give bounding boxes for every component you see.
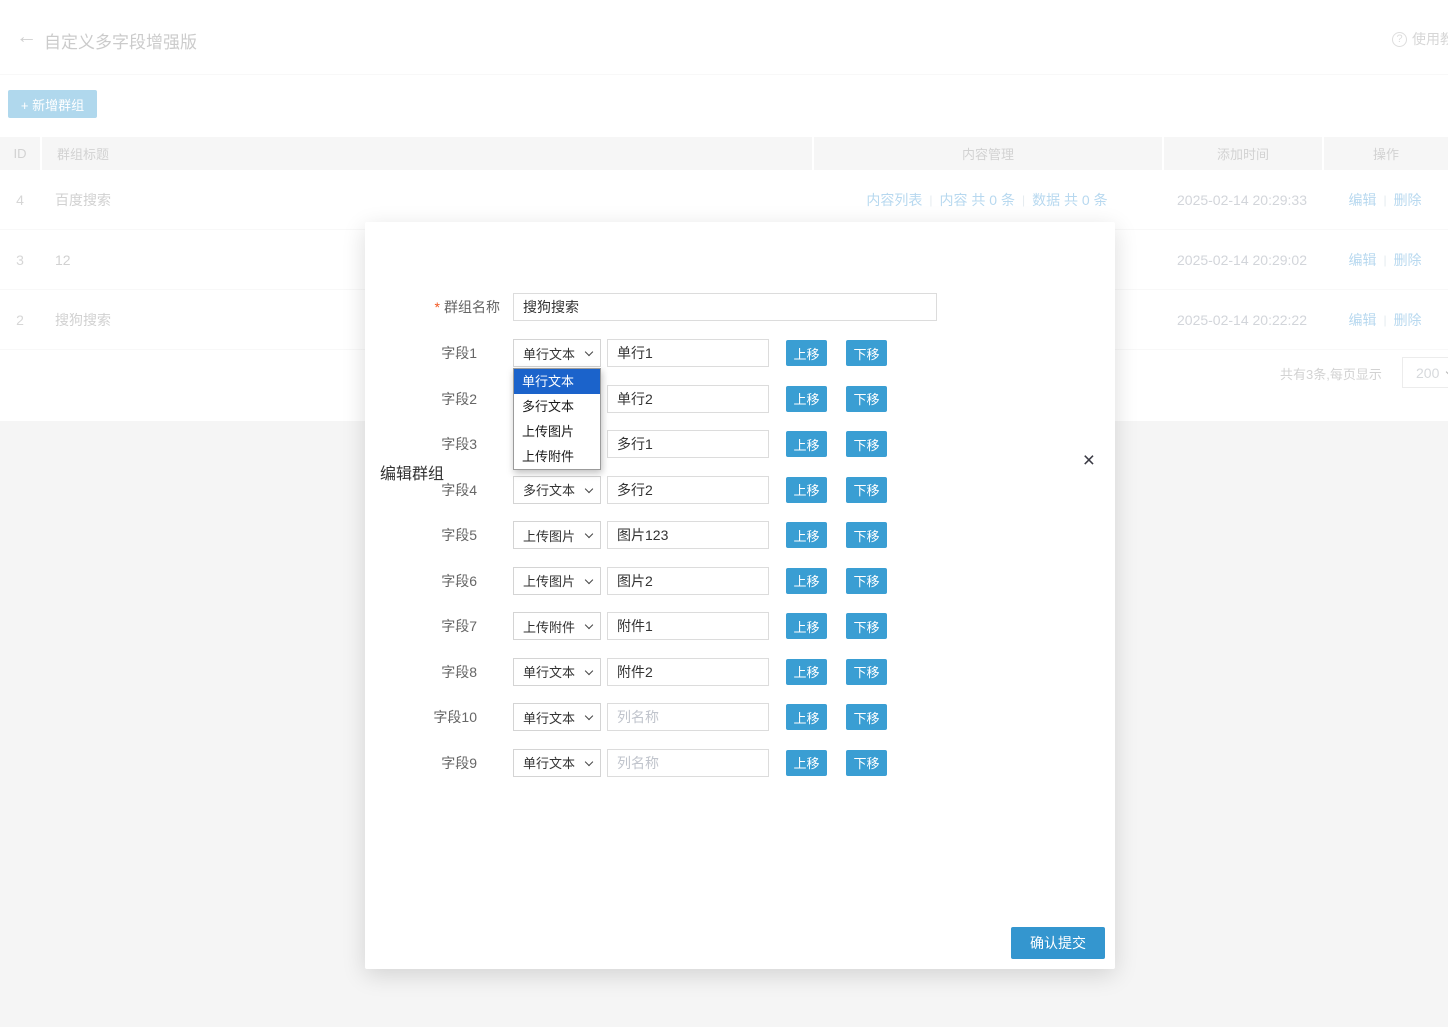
field-name-input[interactable]	[607, 476, 769, 504]
dropdown-option[interactable]: 上传附件	[514, 444, 600, 469]
field-row: 字段5 上传图片 上移 下移	[365, 521, 1115, 567]
field-type-value: 单行文本	[523, 708, 575, 727]
field-row: 字段4 多行文本 上移 下移	[365, 476, 1115, 522]
field-type-value: 单行文本	[523, 662, 575, 681]
move-up-button[interactable]: 上移	[786, 477, 827, 503]
move-down-button[interactable]: 下移	[846, 477, 887, 503]
field-type-value: 多行文本	[523, 480, 575, 499]
group-name-label-text: 群组名称	[444, 299, 500, 315]
move-up-button[interactable]: 上移	[786, 568, 827, 594]
chevron-down-icon	[585, 484, 593, 492]
field-row: 字段1 单行文本 上移 下移	[365, 339, 1115, 385]
field-type-select[interactable]: 多行文本	[513, 476, 601, 504]
move-down-button[interactable]: 下移	[846, 522, 887, 548]
field-label: 字段2	[365, 385, 513, 413]
field-name-input[interactable]	[607, 703, 769, 731]
field-label: 字段5	[365, 521, 513, 549]
field-type-value: 上传附件	[523, 617, 575, 636]
field-label: 字段6	[365, 567, 513, 595]
field-type-select[interactable]: 上传附件	[513, 612, 601, 640]
field-type-dropdown: 单行文本 多行文本 上传图片 上传附件	[513, 368, 601, 470]
dropdown-option-selected[interactable]: 单行文本	[514, 369, 600, 394]
group-name-input[interactable]	[513, 293, 937, 321]
edit-group-modal: 编辑群组 × *群组名称 字段1 单行文本 上移 下移 字段2 单行文本 上移	[365, 222, 1115, 969]
required-mark: *	[435, 299, 440, 315]
field-label: 字段10	[365, 703, 513, 731]
field-type-select[interactable]: 单行文本	[513, 703, 601, 731]
field-type-select[interactable]: 单行文本	[513, 658, 601, 686]
move-up-button[interactable]: 上移	[786, 340, 827, 366]
field-name-input[interactable]	[607, 658, 769, 686]
move-down-button[interactable]: 下移	[846, 340, 887, 366]
field-type-select[interactable]: 单行文本	[513, 339, 601, 367]
field-type-value: 单行文本	[523, 344, 575, 363]
chevron-down-icon	[585, 757, 593, 765]
field-name-input[interactable]	[607, 385, 769, 413]
move-up-button[interactable]: 上移	[786, 386, 827, 412]
confirm-submit-button[interactable]: 确认提交	[1011, 927, 1105, 959]
move-up-button[interactable]: 上移	[786, 522, 827, 548]
move-down-button[interactable]: 下移	[846, 704, 887, 730]
field-type-select[interactable]: 单行文本	[513, 749, 601, 777]
chevron-down-icon	[585, 621, 593, 629]
field-list: 字段1 单行文本 上移 下移 字段2 单行文本 上移 下移 字段3 多行文本	[365, 339, 1115, 794]
move-up-button[interactable]: 上移	[786, 613, 827, 639]
field-type-select[interactable]: 上传图片	[513, 567, 601, 595]
field-type-select[interactable]: 上传图片	[513, 521, 601, 549]
chevron-down-icon	[585, 666, 593, 674]
move-down-button[interactable]: 下移	[846, 386, 887, 412]
move-down-button[interactable]: 下移	[846, 659, 887, 685]
field-label: 字段9	[365, 749, 513, 777]
field-type-value: 单行文本	[523, 753, 575, 772]
field-name-input[interactable]	[607, 567, 769, 595]
move-up-button[interactable]: 上移	[786, 704, 827, 730]
chevron-down-icon	[585, 348, 593, 356]
move-up-button[interactable]: 上移	[786, 659, 827, 685]
field-row: 字段6 上传图片 上移 下移	[365, 567, 1115, 613]
move-down-button[interactable]: 下移	[846, 568, 887, 594]
field-name-input[interactable]	[607, 521, 769, 549]
move-down-button[interactable]: 下移	[846, 431, 887, 457]
dropdown-option[interactable]: 多行文本	[514, 394, 600, 419]
field-type-value: 上传图片	[523, 526, 575, 545]
field-row: 字段2 单行文本 上移 下移	[365, 385, 1115, 431]
dropdown-option[interactable]: 上传图片	[514, 419, 600, 444]
field-label: 字段4	[365, 476, 513, 504]
field-row: 字段10 单行文本 上移 下移	[365, 703, 1115, 749]
field-row: 字段7 上传附件 上移 下移	[365, 612, 1115, 658]
move-up-button[interactable]: 上移	[786, 431, 827, 457]
field-label: 字段3	[365, 430, 513, 458]
field-name-input[interactable]	[607, 339, 769, 367]
field-type-value: 上传图片	[523, 571, 575, 590]
field-name-input[interactable]	[607, 749, 769, 777]
move-up-button[interactable]: 上移	[786, 750, 827, 776]
field-name-input[interactable]	[607, 430, 769, 458]
move-down-button[interactable]: 下移	[846, 750, 887, 776]
chevron-down-icon	[585, 575, 593, 583]
move-down-button[interactable]: 下移	[846, 613, 887, 639]
field-row: 字段8 单行文本 上移 下移	[365, 658, 1115, 704]
chevron-down-icon	[585, 712, 593, 720]
field-row: 字段9 单行文本 上移 下移	[365, 749, 1115, 795]
field-label: 字段7	[365, 612, 513, 640]
chevron-down-icon	[585, 530, 593, 538]
field-label: 字段8	[365, 658, 513, 686]
group-name-label: *群组名称	[365, 297, 513, 317]
field-row: 字段3 多行文本 上移 下移	[365, 430, 1115, 476]
field-name-input[interactable]	[607, 612, 769, 640]
field-label: 字段1	[365, 339, 513, 367]
group-name-row: *群组名称	[365, 293, 1115, 321]
